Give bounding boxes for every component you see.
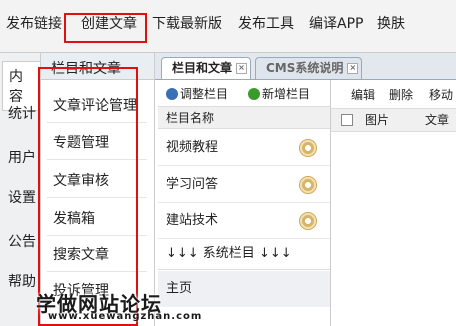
- header-article: 文章: [425, 113, 450, 127]
- system-columns-divider: ↓↓↓ 系统栏目 ↓↓↓: [158, 238, 330, 270]
- column-row[interactable]: 视频教程: [158, 130, 330, 166]
- tab-cms-guide[interactable]: CMS系统说明 ×: [255, 57, 363, 79]
- gear-icon[interactable]: [300, 213, 316, 229]
- watermark-url: www.xuewangzhan.com: [48, 311, 203, 322]
- add-column-button[interactable]: 新增栏目: [248, 85, 310, 102]
- column-name-header: 栏目名称: [158, 107, 330, 129]
- adjust-column-button[interactable]: 调整栏目: [166, 85, 228, 102]
- column-row-name: 视频教程: [166, 140, 219, 155]
- select-all-checkbox[interactable]: [341, 114, 353, 126]
- tab-bar: 栏目和文章 × CMS系统说明 ×: [155, 53, 456, 80]
- header-image: 图片: [365, 113, 390, 127]
- article-table-header: 图片 文章: [331, 108, 456, 132]
- sidebar-item-settings[interactable]: 设置: [8, 187, 36, 207]
- nav-publish-tools[interactable]: 发布工具: [238, 13, 294, 33]
- edit-button[interactable]: 编辑: [351, 86, 375, 103]
- delete-button[interactable]: 删除: [389, 86, 413, 103]
- add-icon: [248, 88, 260, 100]
- sidebar-item-stats[interactable]: 统计: [8, 103, 36, 123]
- sidebar-item-users[interactable]: 用户: [8, 147, 36, 167]
- highlight-box-create-article: [64, 13, 147, 43]
- tab-cms-guide-label: CMS系统说明: [266, 61, 344, 75]
- nav-change-skin[interactable]: 换肤: [377, 13, 405, 33]
- gear-icon[interactable]: [300, 177, 316, 193]
- sidebar-item-notice[interactable]: 公告: [8, 231, 36, 251]
- tab-close-icon[interactable]: ×: [347, 63, 359, 74]
- nav-download-latest[interactable]: 下载最新版: [152, 13, 222, 33]
- gear-icon[interactable]: [300, 140, 316, 156]
- column-row[interactable]: 学习问答: [158, 167, 330, 203]
- left-sidebar: 内容 统计 用户 设置 公告 帮助: [0, 53, 41, 326]
- column-row-name: 建站技术: [166, 213, 219, 228]
- tab-close-icon[interactable]: ×: [236, 63, 248, 74]
- nav-publish-link[interactable]: 发布链接: [6, 13, 62, 33]
- column-row-name: 学习问答: [166, 177, 219, 192]
- nav-compile-app[interactable]: 编译APP: [309, 13, 363, 33]
- column-row[interactable]: 建站技术: [158, 203, 330, 239]
- adjust-icon: [166, 88, 178, 100]
- add-column-label: 新增栏目: [262, 87, 311, 101]
- adjust-column-label: 调整栏目: [180, 87, 229, 101]
- watermark: 学做网站论坛 www.xuewangzhan.com: [0, 290, 456, 326]
- tab-columns-articles-label: 栏目和文章: [172, 61, 233, 75]
- tab-columns-articles[interactable]: 栏目和文章 ×: [161, 57, 252, 79]
- move-button[interactable]: 移动: [429, 86, 453, 103]
- sidebar-item-help[interactable]: 帮助: [8, 271, 36, 291]
- column-toolbar: 调整栏目 新增栏目: [158, 80, 330, 107]
